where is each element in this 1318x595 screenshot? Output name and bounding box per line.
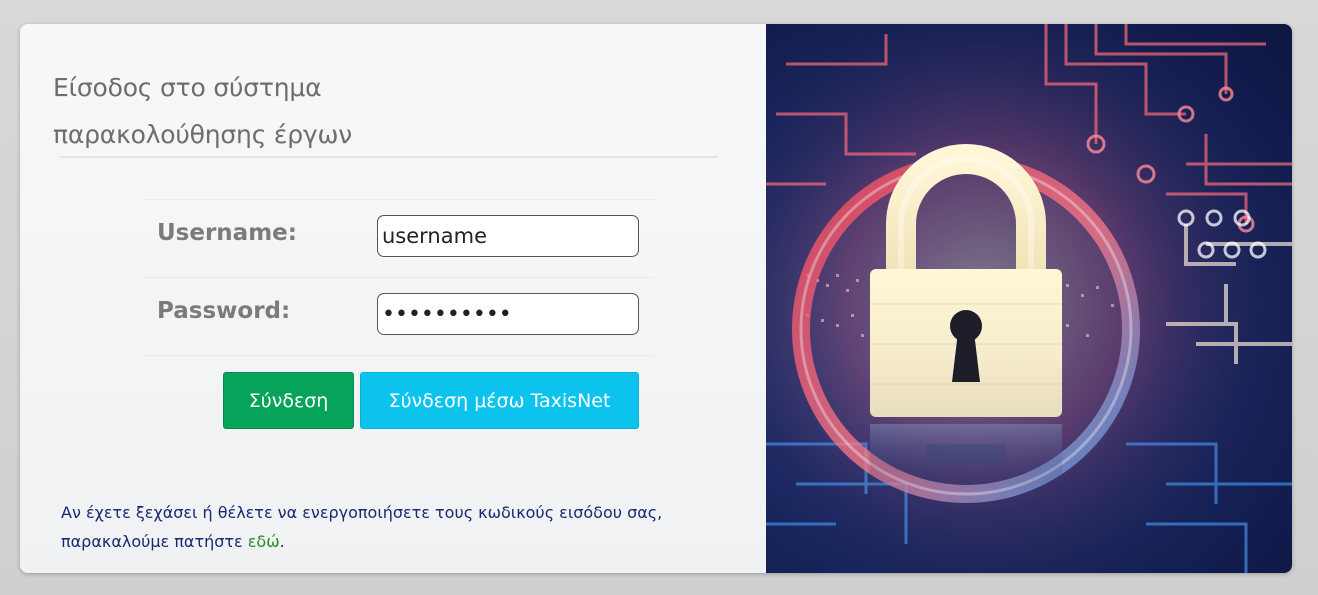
password-input[interactable] (377, 293, 639, 335)
title-divider (60, 156, 718, 158)
login-button[interactable]: Σύνδεση (223, 372, 354, 429)
username-input[interactable] (377, 215, 639, 257)
page-title-line2: παρακολούθησης έργων (53, 120, 352, 149)
username-label: Username: (157, 220, 297, 246)
taxisnet-login-button[interactable]: Σύνδεση μέσω TaxisNet (360, 372, 639, 429)
login-card: Είσοδος στο σύστημα παρακολούθησης έργων… (20, 24, 1292, 573)
login-form-panel: Είσοδος στο σύστημα παρακολούθησης έργων… (20, 24, 766, 573)
password-label: Password: (157, 298, 291, 324)
help-link[interactable]: εδώ (248, 532, 280, 551)
page-title-line1: Είσοδος στο σύστημα (53, 73, 322, 102)
padlock-circuit-icon (766, 24, 1292, 573)
form-divider-middle (144, 277, 654, 278)
help-text-line2: παρακαλούμε πατήστε (61, 532, 243, 551)
help-text-line1: Αν έχετε ξεχάσει ή θέλετε να ενεργοποιήσ… (61, 503, 663, 522)
page-title: Είσοδος στο σύστημα παρακολούθησης έργων (53, 64, 693, 158)
form-divider-bottom (144, 355, 654, 356)
form-divider-top (144, 199, 654, 200)
help-text-period: . (279, 532, 285, 551)
security-padlock-image (766, 24, 1292, 573)
help-text: Αν έχετε ξεχάσει ή θέλετε να ενεργοποιήσ… (61, 498, 741, 556)
